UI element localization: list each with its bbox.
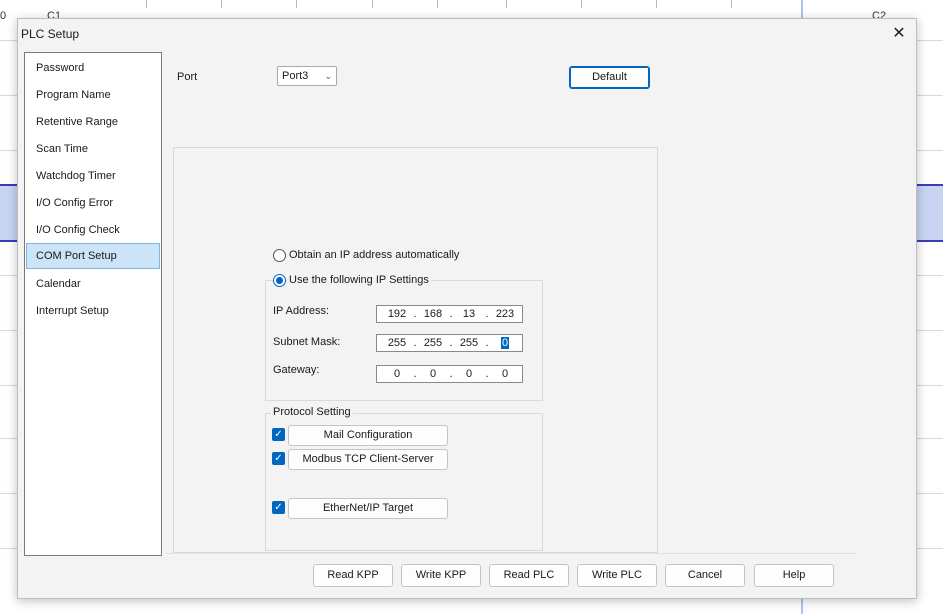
- close-icon[interactable]: ✕: [888, 23, 910, 45]
- chevron-down-icon: ⌄: [324, 71, 332, 81]
- subnet-mask-label: Subnet Mask:: [273, 336, 341, 348]
- ladder-cursor-line: [801, 598, 803, 614]
- nav-item-interrupt-setup[interactable]: Interrupt Setup: [26, 298, 160, 324]
- read-kpp-button[interactable]: Read KPP: [313, 564, 393, 587]
- port-select-value: Port3: [282, 70, 309, 82]
- read-plc-button[interactable]: Read PLC: [489, 564, 569, 587]
- subnet-mask-field[interactable]: 255 . 255 . 255 . 0: [376, 334, 523, 352]
- help-button[interactable]: Help: [754, 564, 834, 587]
- ladder-column-divider: [296, 0, 297, 8]
- ip-dot: .: [449, 308, 453, 320]
- footer-separator: [166, 553, 856, 554]
- ethernet-ip-target-checkbox[interactable]: ✓: [272, 501, 285, 514]
- ip-dot: .: [485, 308, 489, 320]
- modbus-tcp-checkbox[interactable]: ✓: [272, 452, 285, 465]
- ladder-column-divider: [146, 0, 147, 8]
- ladder-column-divider: [437, 0, 438, 8]
- ip-dot: .: [413, 368, 417, 380]
- nav-item-io-config-check[interactable]: I/O Config Check: [26, 217, 160, 243]
- ip-dot: .: [449, 337, 453, 349]
- ladder-column-divider: [372, 0, 373, 8]
- nav-item-program-name[interactable]: Program Name: [26, 82, 160, 108]
- gateway-octet[interactable]: 0: [491, 366, 519, 382]
- port-select[interactable]: Port3 ⌄: [277, 66, 337, 86]
- mail-configuration-button[interactable]: Mail Configuration: [288, 425, 448, 446]
- ip-octet[interactable]: 168: [419, 306, 447, 322]
- gateway-octet[interactable]: 0: [455, 366, 483, 382]
- subnet-octet[interactable]: 255: [383, 335, 411, 351]
- nav-item-calendar[interactable]: Calendar: [26, 271, 160, 297]
- ip-address-label: IP Address:: [273, 305, 330, 317]
- ip-address-field[interactable]: 192 . 168 . 13 . 223: [376, 305, 523, 323]
- obtain-ip-auto-label[interactable]: Obtain an IP address automatically: [289, 249, 459, 261]
- write-kpp-button[interactable]: Write KPP: [401, 564, 481, 587]
- ladder-column-divider: [221, 0, 222, 8]
- subnet-octet[interactable]: 255: [419, 335, 447, 351]
- cancel-button[interactable]: Cancel: [665, 564, 745, 587]
- subnet-octet[interactable]: 255: [455, 335, 483, 351]
- ladder-column-divider: [506, 0, 507, 8]
- plc-setup-dialog: PLC Setup ✕ Password Program Name Retent…: [17, 18, 917, 599]
- default-button[interactable]: Default: [569, 66, 650, 89]
- ip-octet[interactable]: 192: [383, 306, 411, 322]
- ip-dot: .: [413, 308, 417, 320]
- nav-item-retentive-range[interactable]: Retentive Range: [26, 109, 160, 135]
- use-following-ip-label[interactable]: Use the following IP Settings: [287, 274, 431, 286]
- nav-item-io-config-error[interactable]: I/O Config Error: [26, 190, 160, 216]
- gateway-label: Gateway:: [273, 364, 320, 376]
- nav-item-com-port-setup[interactable]: COM Port Setup: [26, 243, 160, 269]
- subnet-octet-selected-text: 0: [500, 337, 510, 349]
- ip-dot: .: [485, 337, 489, 349]
- obtain-ip-auto-radio[interactable]: [273, 249, 286, 262]
- ip-dot: .: [449, 368, 453, 380]
- gateway-field[interactable]: 0 . 0 . 0 . 0: [376, 365, 523, 383]
- ip-octet[interactable]: 13: [455, 306, 483, 322]
- nav-item-password[interactable]: Password: [26, 55, 160, 81]
- ethernet-ip-target-button[interactable]: EtherNet/IP Target: [288, 498, 448, 519]
- gateway-octet[interactable]: 0: [419, 366, 447, 382]
- ip-dot: .: [413, 337, 417, 349]
- mail-configuration-checkbox[interactable]: ✓: [272, 428, 285, 441]
- ladder-column-divider: [731, 0, 732, 8]
- gateway-octet[interactable]: 0: [383, 366, 411, 382]
- dialog-title: PLC Setup: [21, 27, 80, 41]
- setup-category-list: Password Program Name Retentive Range Sc…: [24, 52, 162, 556]
- ladder-cursor-line: [801, 0, 803, 18]
- ladder-column-divider: [581, 0, 582, 8]
- ladder-column-divider: [656, 0, 657, 8]
- protocol-setting-title: Protocol Setting: [271, 406, 353, 418]
- ip-octet[interactable]: 223: [491, 306, 519, 322]
- write-plc-button[interactable]: Write PLC: [577, 564, 657, 587]
- modbus-tcp-button[interactable]: Modbus TCP Client-Server: [288, 449, 448, 470]
- port-label: Port: [177, 71, 198, 83]
- ip-dot: .: [485, 368, 489, 380]
- nav-item-scan-time[interactable]: Scan Time: [26, 136, 160, 162]
- ladder-row-label: 0: [0, 10, 7, 22]
- nav-item-watchdog-timer[interactable]: Watchdog Timer: [26, 163, 160, 189]
- use-following-ip-radio[interactable]: [273, 274, 286, 287]
- subnet-octet-selected[interactable]: 0: [491, 335, 519, 351]
